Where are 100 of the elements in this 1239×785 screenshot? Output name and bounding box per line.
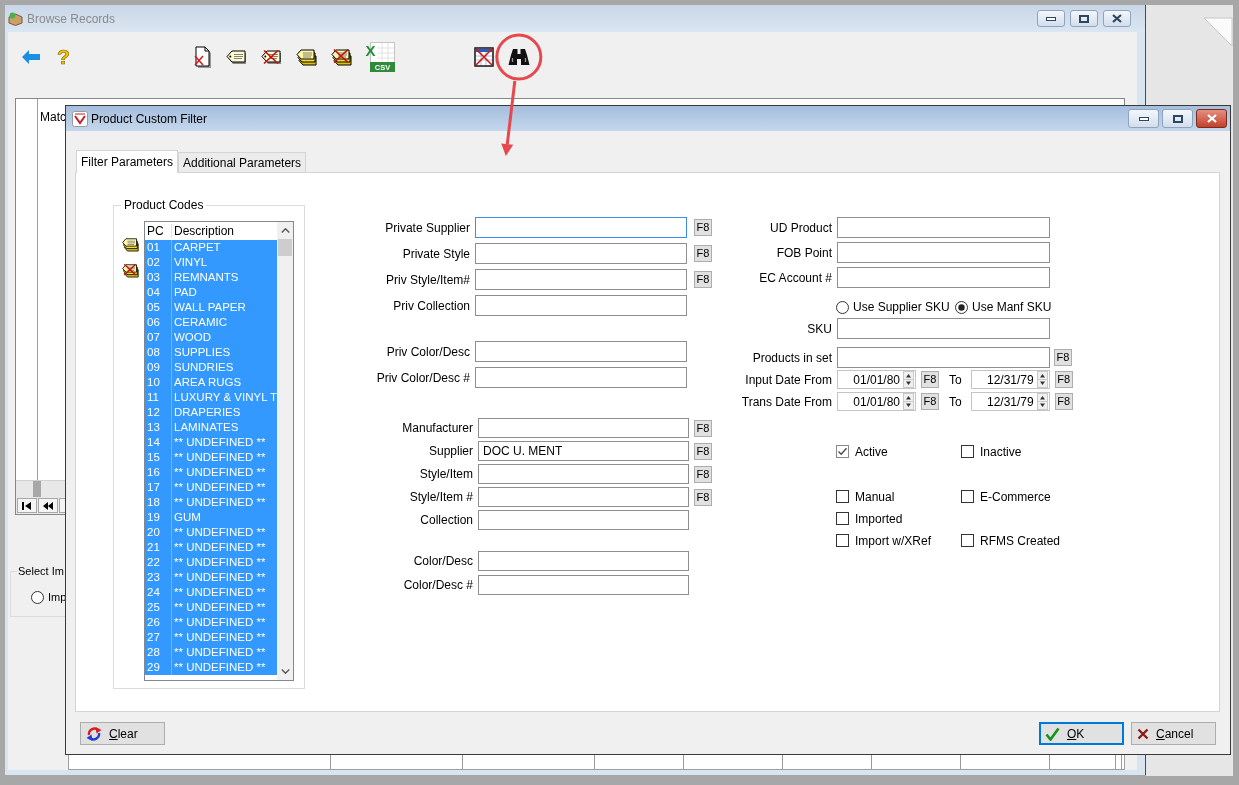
lookup-button[interactable]: F8 xyxy=(921,371,939,388)
checkbox-label[interactable]: RFMS Created xyxy=(980,533,1061,548)
lookup-button[interactable]: F8 xyxy=(921,393,939,410)
list-cell-text: ** UNDEFINED ** xyxy=(173,645,266,660)
checkbox-label[interactable]: Manual xyxy=(855,489,895,504)
list-cell-text: LUXURY & VINYL T xyxy=(173,390,277,405)
radio-label[interactable]: Use Supplier SKU xyxy=(853,300,950,314)
tag-stack-icon[interactable] xyxy=(121,237,139,252)
text-field[interactable] xyxy=(475,341,687,362)
lookup-button[interactable]: F8 xyxy=(1054,393,1073,410)
text-field[interactable] xyxy=(478,487,689,507)
text-field[interactable] xyxy=(478,551,689,571)
tab[interactable]: Filter Parameters xyxy=(76,150,179,173)
spin-arrows-icon[interactable] xyxy=(1036,371,1048,388)
lookup-button[interactable]: F8 xyxy=(694,245,712,262)
field-label: Priv Style/Item# xyxy=(384,272,470,287)
checkbox[interactable] xyxy=(961,490,974,503)
field-label: Priv Color/Desc # xyxy=(375,370,470,385)
radio-button[interactable] xyxy=(31,590,44,604)
text-field[interactable] xyxy=(475,295,687,316)
radio-button[interactable] xyxy=(955,300,968,314)
text-field[interactable] xyxy=(478,510,689,530)
cycle-arrows-icon xyxy=(86,725,102,742)
text-field[interactable] xyxy=(478,464,689,484)
lookup-button[interactable]: F8 xyxy=(694,419,712,437)
date-field[interactable]: 01/01/80 xyxy=(837,370,916,389)
checkbox[interactable] xyxy=(961,534,974,547)
list-cell-text: ** UNDEFINED ** xyxy=(173,600,266,615)
back-arrow-icon[interactable] xyxy=(22,50,40,64)
checkbox-label[interactable]: Inactive xyxy=(980,444,1022,459)
date-field[interactable]: 01/01/80 xyxy=(837,392,916,411)
chevron-down-icon[interactable] xyxy=(280,669,290,674)
scrollbar-thumb[interactable] xyxy=(33,481,41,497)
checkbox[interactable] xyxy=(836,445,849,458)
radio-label[interactable]: Use Manf SKU xyxy=(972,300,1052,314)
checkbox-label[interactable]: E-Commerce xyxy=(980,489,1051,504)
lookup-button[interactable]: F8 xyxy=(1054,371,1073,388)
field-label: Supplier xyxy=(427,444,473,458)
text-field[interactable] xyxy=(478,575,689,595)
binoculars-icon[interactable] xyxy=(507,48,530,66)
column-header[interactable]: Description xyxy=(172,224,235,238)
scrollbar[interactable] xyxy=(277,222,293,680)
text-field[interactable] xyxy=(475,269,687,290)
checkbox-label[interactable]: Active xyxy=(855,444,888,459)
maximize-button[interactable] xyxy=(1162,109,1193,128)
tag-stack-icon[interactable] xyxy=(294,48,317,66)
list-cell-text: ** UNDEFINED ** xyxy=(173,630,266,645)
document-x-icon[interactable] xyxy=(193,46,212,68)
close-button[interactable] xyxy=(1196,109,1227,128)
grid-x-icon[interactable] xyxy=(473,47,494,67)
lookup-button[interactable]: F8 xyxy=(694,271,712,288)
lookup-button[interactable]: F8 xyxy=(694,488,712,506)
tag-icon[interactable] xyxy=(224,49,247,65)
list-cell-text: CARPET xyxy=(173,240,221,255)
list-cell-text: ** UNDEFINED ** xyxy=(173,450,266,465)
clear-button[interactable]: Clear xyxy=(80,722,165,745)
checkbox[interactable] xyxy=(836,534,849,547)
column-header[interactable]: PC xyxy=(145,224,172,238)
text-field[interactable] xyxy=(475,367,687,388)
lookup-button[interactable]: F8 xyxy=(1054,349,1072,366)
column-header[interactable]: Matc xyxy=(40,110,66,124)
radio-button[interactable] xyxy=(836,300,849,314)
list-cell: 29 xyxy=(145,660,172,675)
nav-button[interactable] xyxy=(38,498,58,513)
spin-arrows-icon[interactable] xyxy=(903,393,914,410)
checkbox-label[interactable]: Imported xyxy=(855,511,903,526)
text-field[interactable] xyxy=(837,318,1050,339)
list-cell-text: ** UNDEFINED ** xyxy=(173,525,266,540)
checkbox-label[interactable]: Import w/XRef xyxy=(855,533,932,548)
checkbox[interactable] xyxy=(836,512,849,525)
date-field[interactable]: 12/31/79 xyxy=(970,370,1050,389)
date-field[interactable]: 12/31/79 xyxy=(970,392,1050,411)
text-field[interactable]: DOC U. MENT xyxy=(478,441,689,461)
list-cell-text: CERAMIC xyxy=(173,315,228,330)
tag-stack-x-icon[interactable] xyxy=(121,263,139,278)
scrollbar-thumb[interactable] xyxy=(278,239,292,256)
text-field[interactable] xyxy=(837,347,1050,368)
checkbox[interactable] xyxy=(836,490,849,503)
lookup-button[interactable]: F8 xyxy=(694,219,712,236)
tag-stack-x-icon[interactable] xyxy=(329,48,352,66)
spin-arrows-icon[interactable] xyxy=(903,371,914,388)
cancel-button[interactable]: Cancel xyxy=(1131,722,1216,745)
checkbox[interactable] xyxy=(961,445,974,458)
lookup-button[interactable]: F8 xyxy=(694,465,712,483)
nav-button[interactable] xyxy=(17,498,37,513)
text-field[interactable] xyxy=(837,217,1050,238)
text-field[interactable] xyxy=(837,267,1050,288)
field-label: Manufacturer xyxy=(401,421,473,435)
minimize-button[interactable] xyxy=(1128,109,1159,128)
ok-button[interactable]: OK xyxy=(1039,722,1124,745)
text-field[interactable] xyxy=(478,418,689,438)
field-label: Trans Date From xyxy=(740,394,832,409)
text-field[interactable] xyxy=(837,242,1050,263)
spin-arrows-icon[interactable] xyxy=(1036,393,1048,410)
tag-x-icon[interactable] xyxy=(259,49,282,65)
text-field[interactable] xyxy=(475,243,687,264)
tab[interactable]: Additional Parameters xyxy=(178,152,307,172)
chevron-up-icon[interactable] xyxy=(280,228,290,233)
lookup-button[interactable]: F8 xyxy=(694,442,712,460)
text-field[interactable] xyxy=(475,217,687,238)
